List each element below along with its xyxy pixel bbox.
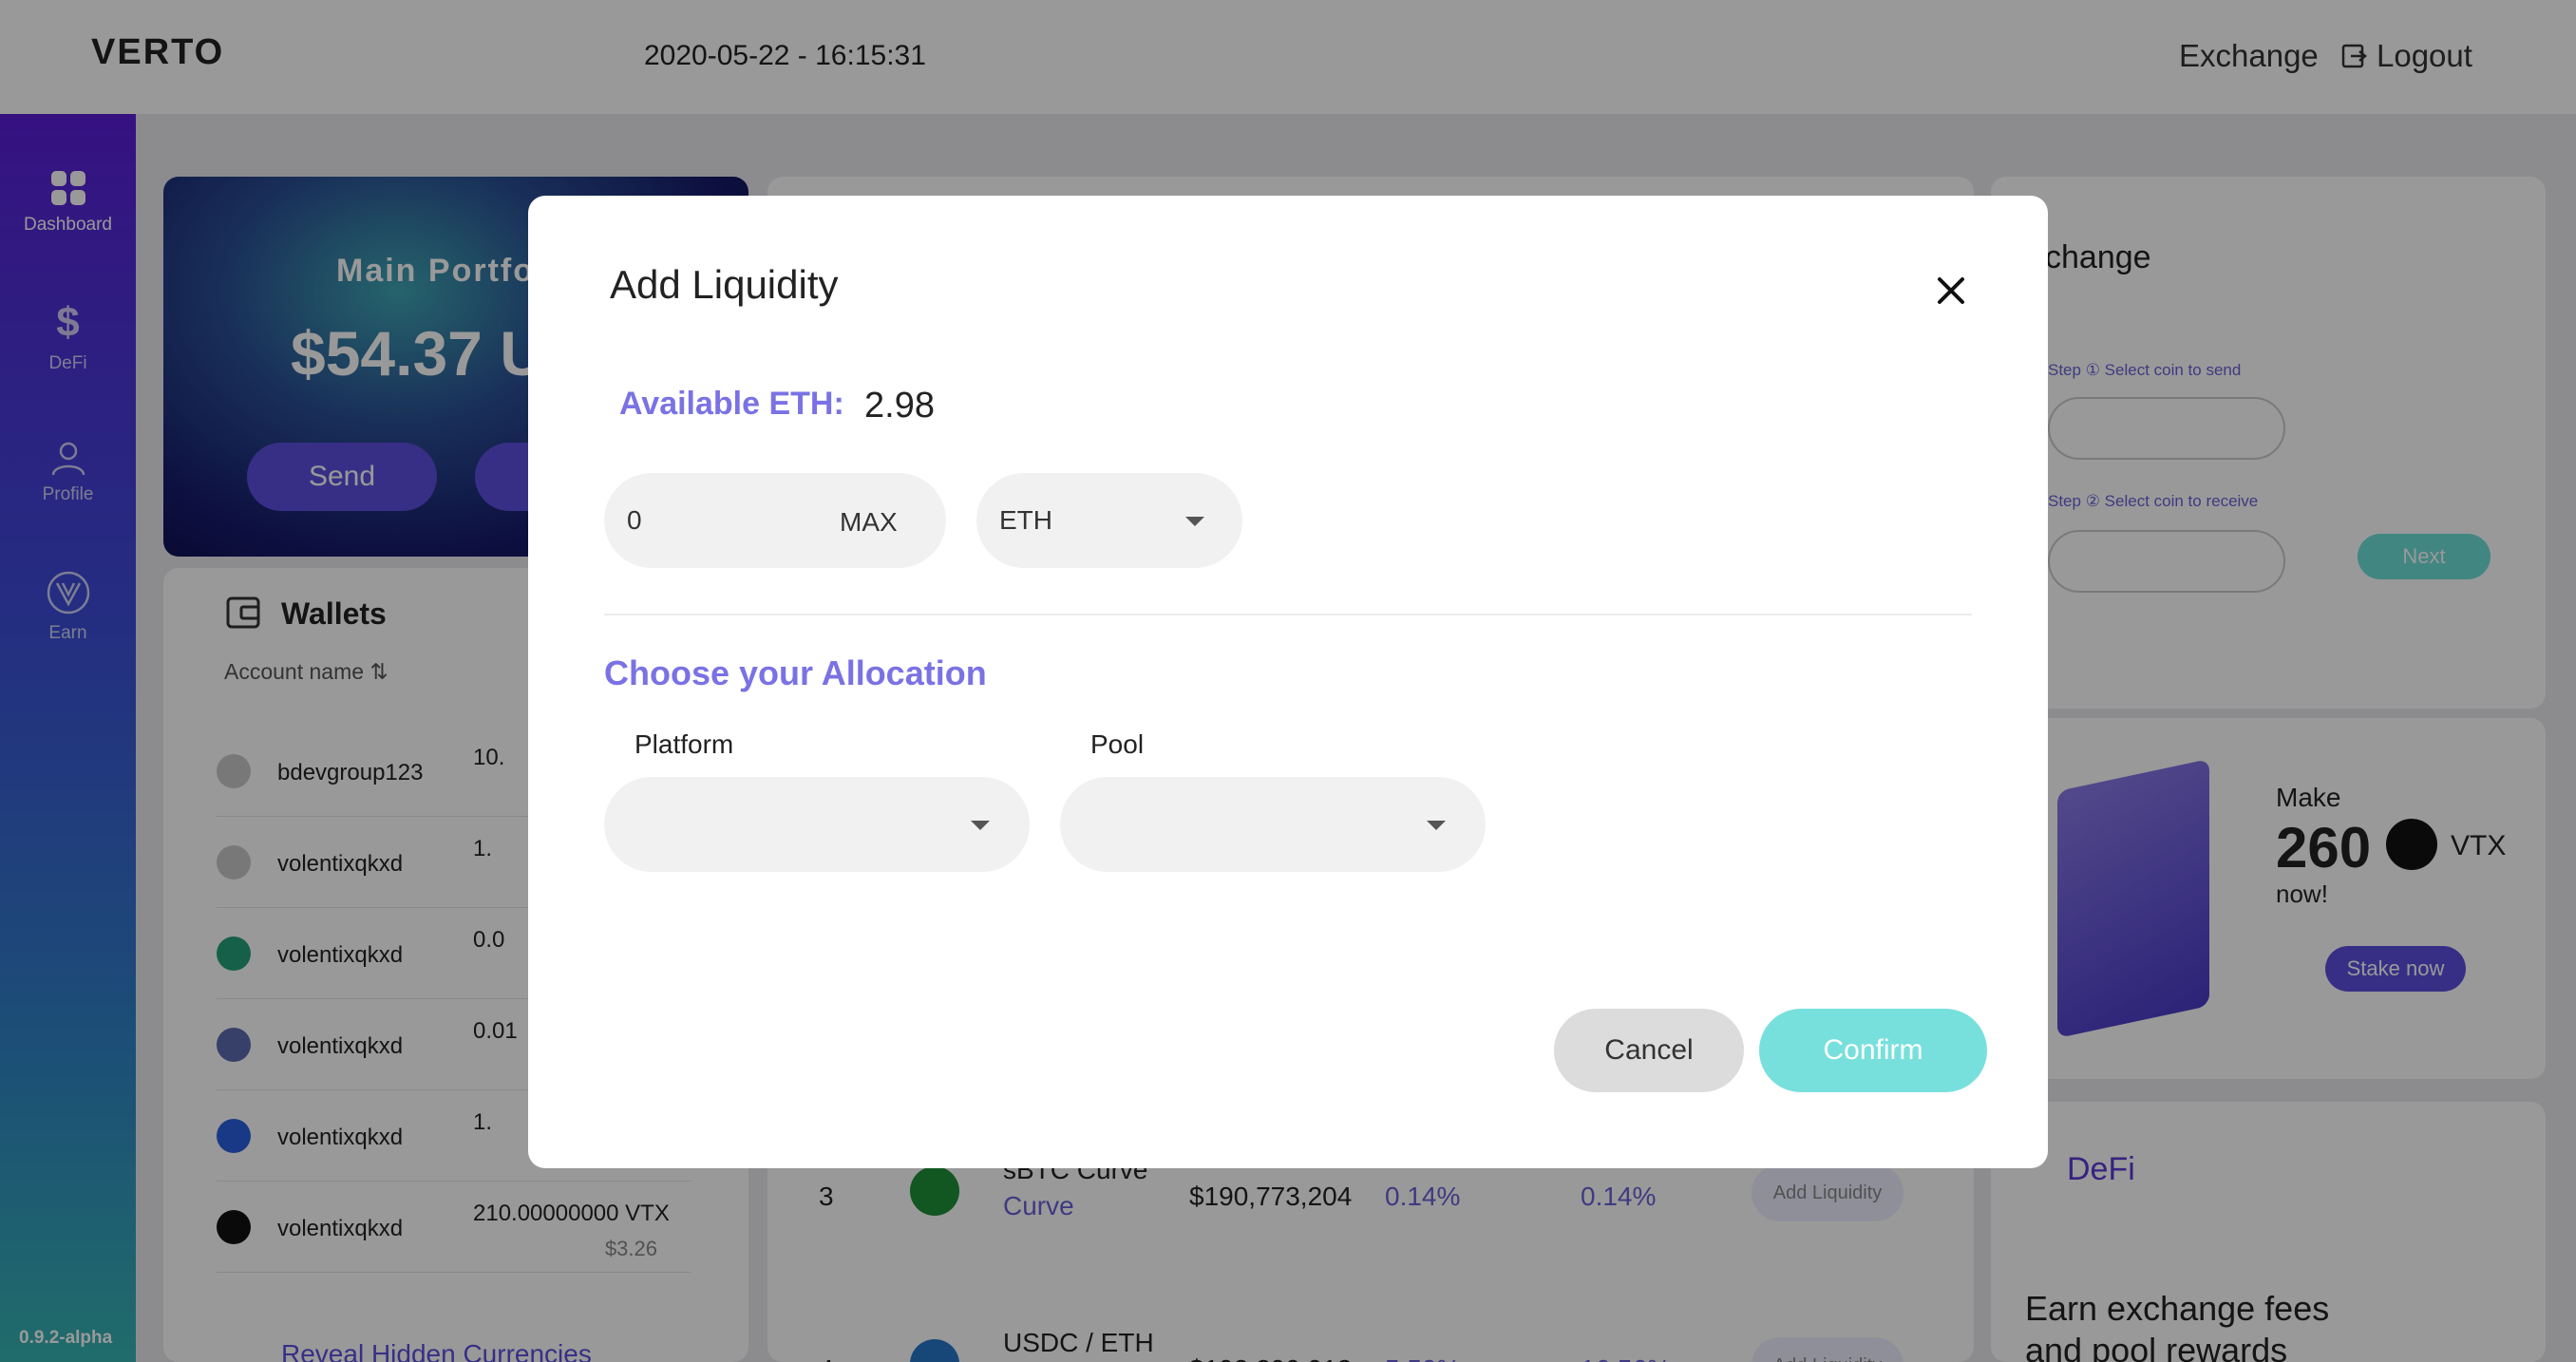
close-icon[interactable] (1930, 270, 1972, 312)
divider (604, 614, 1972, 615)
available-eth-label: Available ETH: (619, 386, 844, 422)
chevron-down-icon (971, 821, 990, 830)
modal-title: Add Liquidity (610, 262, 839, 307)
add-liquidity-modal: Add Liquidity Available ETH: 2.98 0 MAX … (528, 196, 2048, 1168)
confirm-button[interactable]: Confirm (1759, 1009, 1987, 1092)
allocation-title: Choose your Allocation (604, 653, 987, 692)
pool-label: Pool (1090, 729, 1145, 759)
amount-value: 0 (627, 505, 642, 535)
platform-label: Platform (635, 729, 734, 759)
currency-value: ETH (999, 505, 1052, 535)
currency-select[interactable]: ETH (976, 473, 1242, 568)
chevron-down-icon (1185, 517, 1204, 526)
available-eth-value: 2.98 (864, 386, 935, 426)
pool-select[interactable] (1060, 777, 1486, 872)
cancel-button[interactable]: Cancel (1554, 1009, 1744, 1092)
max-button[interactable]: MAX (840, 507, 898, 538)
platform-select[interactable] (604, 777, 1030, 872)
amount-input[interactable]: 0 MAX (604, 473, 946, 568)
chevron-down-icon (1427, 821, 1446, 830)
